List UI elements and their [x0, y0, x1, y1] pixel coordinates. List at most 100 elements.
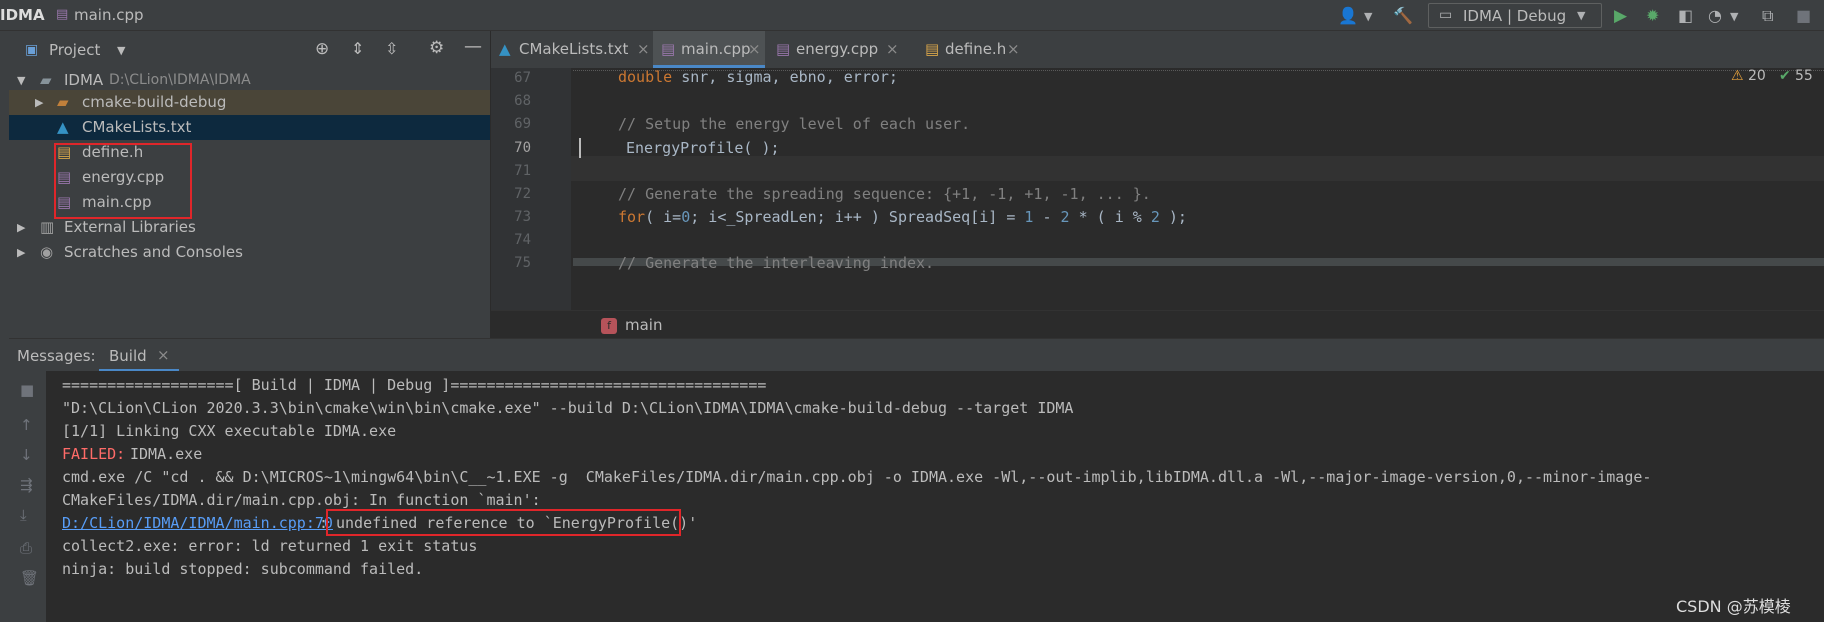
- tab-label: define.h: [945, 40, 1007, 58]
- run-config-label: IDMA | Debug: [1463, 7, 1567, 25]
- failed-label: FAILED:: [62, 445, 126, 463]
- line-number: 74: [514, 232, 531, 248]
- line-number: 72: [514, 186, 531, 202]
- stop-icon[interactable]: ■: [1796, 6, 1811, 25]
- messages-header: Messages: Build ×: [9, 338, 1824, 372]
- output-line: CMakeFiles/IDMA.dir/main.cpp.obj: In fun…: [62, 491, 541, 509]
- red-highlight-box: [326, 509, 681, 536]
- tab-main-cpp[interactable]: ▤ main.cpp ×: [653, 31, 765, 68]
- tab-label: main.cpp: [681, 40, 751, 58]
- close-icon[interactable]: ×: [748, 31, 761, 68]
- title-bar: IDMA ▤ main.cpp 👤 ▼ 🔨 ▭ IDMA | Debug ▼ ▶…: [0, 0, 1824, 31]
- line-number: 71: [514, 163, 531, 179]
- check-icon[interactable]: ✔: [1779, 68, 1791, 84]
- line-number: 69: [514, 116, 531, 132]
- watermark: CSDN @苏模棱: [1676, 597, 1791, 616]
- output-line: IDMA.exe: [130, 445, 203, 463]
- trash-icon[interactable]: 🗑: [20, 569, 39, 587]
- chevron-down-icon[interactable]: ▼: [117, 44, 125, 57]
- chevron-down-icon: ▼: [1577, 9, 1586, 22]
- chevron-right-icon[interactable]: ▶: [35, 90, 43, 115]
- hide-panel-icon[interactable]: —: [464, 36, 482, 57]
- collapse-all-icon[interactable]: ⇳: [385, 39, 398, 58]
- breadcrumb-function[interactable]: main: [625, 316, 662, 334]
- editor-breadcrumb: f main: [491, 310, 1824, 339]
- code-line: double snr, sigma, ebno, error;: [618, 68, 898, 86]
- file-crumb[interactable]: main.cpp: [74, 6, 144, 24]
- left-tool-stripe[interactable]: [0, 31, 9, 622]
- output-line: collect2.exe: error: ld returned 1 exit …: [62, 537, 478, 555]
- close-icon[interactable]: ×: [886, 31, 899, 68]
- stop-icon[interactable]: ■: [20, 381, 34, 399]
- arrow-up-icon[interactable]: ↑: [20, 416, 33, 434]
- tree-item-scratches[interactable]: ▶ ◉ Scratches and Consoles: [9, 240, 490, 265]
- tree-item-label: cmake-build-debug: [82, 93, 227, 111]
- warning-icon[interactable]: ⚠: [1731, 68, 1744, 84]
- build-output[interactable]: ===================[ Build | IDMA | Debu…: [46, 371, 1824, 622]
- project-panel-header: ▣ Project ▼ ⊕ ⇕ ⇳ ⚙ —: [9, 31, 490, 71]
- run-config-selector[interactable]: ▭ IDMA | Debug ▼: [1428, 3, 1602, 28]
- ok-count[interactable]: 55: [1795, 68, 1813, 84]
- close-icon[interactable]: ×: [157, 346, 170, 364]
- project-crumb[interactable]: IDMA: [0, 6, 45, 24]
- scroll-to-end-icon[interactable]: ⤓: [20, 506, 27, 524]
- tree-item-cmakelists[interactable]: ▲ CMakeLists.txt: [9, 115, 490, 140]
- code-line: EnergyProfile( );: [626, 139, 780, 157]
- tab-label: Build: [109, 347, 147, 365]
- expand-all-icon[interactable]: ⇕: [351, 39, 364, 58]
- output-line: "D:\CLion\CLion 2020.3.3\bin\cmake\win\b…: [62, 399, 1074, 417]
- cmake-icon: ▲: [499, 40, 511, 58]
- output-line: [1/1] Linking CXX executable IDMA.exe: [62, 422, 397, 440]
- soft-wrap-icon[interactable]: ⇶: [20, 476, 33, 494]
- messages-toolbar: ■ ↑ ↓ ⇶ ⤓ ⎙ 🗑: [9, 371, 46, 622]
- tab-define-h[interactable]: ▤ define.h ×: [925, 31, 1035, 68]
- debug-bug-icon[interactable]: ✹: [1646, 6, 1659, 25]
- cpp-file-icon: ▤: [661, 40, 676, 58]
- print-icon[interactable]: ⎙: [20, 539, 32, 557]
- tab-label: CMakeLists.txt: [519, 40, 629, 58]
- run-icon[interactable]: ▶: [1614, 6, 1627, 26]
- tab-cmakelists[interactable]: ▲ CMakeLists.txt ×: [499, 31, 659, 68]
- cpp-file-icon: ▤: [776, 40, 791, 58]
- editor-tab-bar: ▲ CMakeLists.txt × ▤ main.cpp × ▤ energy…: [491, 31, 1824, 69]
- tree-item-label: CMakeLists.txt: [82, 118, 192, 136]
- code-line: for( i=0; i<_SpreadLen; i++ ) SpreadSeq[…: [618, 208, 1187, 226]
- warning-count[interactable]: 20: [1748, 68, 1766, 84]
- red-highlight-box: [54, 143, 192, 219]
- output-line: cmd.exe /C "cd . && D:\MICROS~1\mingw64\…: [62, 468, 1652, 486]
- messages-title: Messages:: [17, 347, 96, 365]
- project-view-icon: ▣: [25, 42, 39, 58]
- tab-energy-cpp[interactable]: ▤ energy.cpp ×: [776, 31, 902, 68]
- build-hammer-icon[interactable]: 🔨: [1393, 6, 1413, 25]
- code-line: // Generate the interleaving index.: [618, 254, 935, 272]
- chevron-right-icon[interactable]: ▶: [17, 240, 25, 265]
- profile-icon[interactable]: ◔: [1708, 6, 1722, 25]
- tab-build[interactable]: Build ×: [99, 339, 179, 372]
- cmake-icon: ▲: [57, 118, 69, 136]
- user-icon[interactable]: 👤: [1338, 6, 1358, 25]
- chevron-down-icon[interactable]: ▼: [1730, 10, 1738, 23]
- error-source-link[interactable]: D:/CLion/IDMA/IDMA/main.cpp:70: [62, 514, 333, 532]
- code-editor[interactable]: 67 68 69 70 71 72 73 74 75 double snr, s…: [491, 68, 1824, 310]
- close-icon[interactable]: ×: [1007, 31, 1020, 68]
- line-number: 68: [514, 93, 531, 109]
- tree-item-cmake-build-debug[interactable]: ▶ ▰ cmake-build-debug: [9, 90, 490, 115]
- chevron-right-icon[interactable]: ▶: [17, 215, 25, 240]
- chevron-down-icon[interactable]: ▼: [1364, 10, 1372, 23]
- coverage-icon[interactable]: ◧: [1678, 6, 1693, 25]
- line-number: 73: [514, 209, 531, 225]
- locate-icon[interactable]: ⊕: [315, 39, 329, 59]
- line-number: 67: [514, 70, 531, 86]
- attach-debugger-icon[interactable]: ⧉: [1762, 6, 1773, 26]
- project-panel: ▣ Project ▼ ⊕ ⇕ ⇳ ⚙ — ▼ ▰ IDMA D:\CLion\…: [9, 31, 490, 338]
- output-line: ===================[ Build | IDMA | Debu…: [62, 376, 767, 394]
- cpp-file-icon: ▤: [56, 7, 69, 22]
- text-caret: [579, 138, 581, 158]
- close-icon[interactable]: ×: [637, 31, 650, 68]
- header-file-icon: ▤: [925, 40, 940, 58]
- window-icon: ▭: [1439, 7, 1453, 23]
- arrow-down-icon[interactable]: ↓: [20, 446, 33, 464]
- folder-icon: ▰: [57, 93, 69, 111]
- project-view-title[interactable]: Project: [49, 41, 100, 59]
- gear-icon[interactable]: ⚙: [429, 38, 444, 58]
